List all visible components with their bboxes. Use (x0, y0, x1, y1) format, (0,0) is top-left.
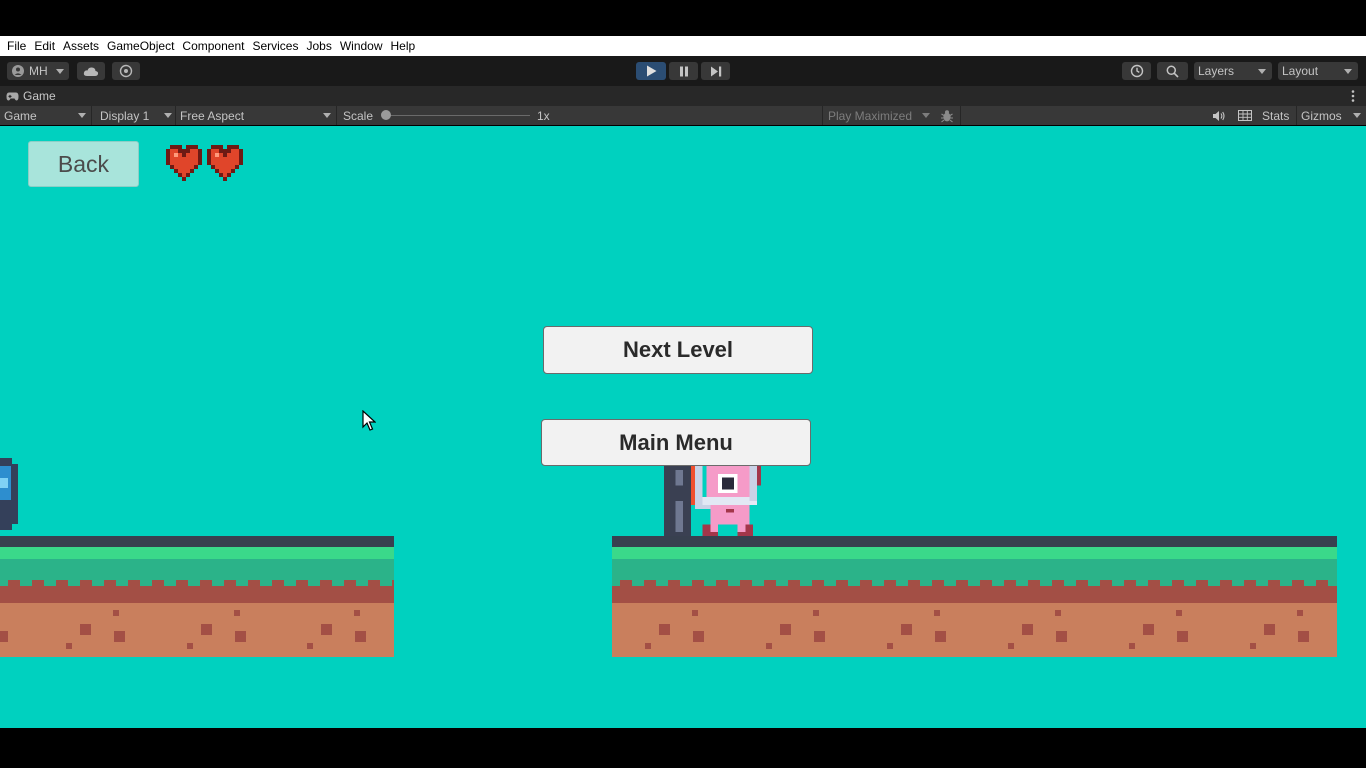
game-viewport[interactable]: Back Next Level Main Menu (0, 126, 1366, 728)
display-label: Display 1 (100, 108, 150, 123)
chevron-down-icon (78, 113, 86, 118)
account-dropdown[interactable]: MH (7, 62, 69, 80)
aspect-label: Free Aspect (180, 108, 245, 123)
unity-editor-window: File Edit Assets GameObject Component Se… (0, 0, 1366, 768)
player-sprite-partial (0, 458, 18, 530)
scale-slider-thumb[interactable] (381, 110, 391, 120)
heart-icon (207, 145, 243, 181)
heart-icon (166, 145, 202, 181)
toolbar-divider (822, 106, 823, 125)
back-button[interactable]: Back (28, 141, 139, 187)
mute-audio-toggle[interactable] (1212, 106, 1226, 125)
next-level-button[interactable]: Next Level (543, 326, 813, 374)
account-label: MH (29, 64, 48, 78)
step-icon (710, 66, 721, 76)
mouse-cursor-icon (362, 410, 376, 431)
toolbar-divider (91, 106, 92, 125)
play-mode-label: Play Maximized (828, 108, 913, 123)
scale-slider-track (382, 115, 530, 116)
toolbar-divider (175, 106, 176, 125)
layers-dropdown[interactable]: Layers (1194, 62, 1272, 80)
main-menu-button[interactable]: Main Menu (541, 419, 811, 466)
title-bar (0, 0, 1366, 36)
taskbar-strip (0, 728, 1366, 768)
game-view-toolbar: Game Display 1 Free Aspect Scale 1x Play… (0, 106, 1366, 125)
scale-slider[interactable] (381, 106, 532, 125)
chevron-down-icon (1344, 69, 1352, 74)
display-dropdown[interactable]: Display 1 (100, 106, 174, 125)
menu-window[interactable]: Window (336, 36, 387, 56)
layout-dropdown[interactable]: Layout (1278, 62, 1358, 80)
pause-button[interactable] (669, 62, 698, 80)
menu-component[interactable]: Component (178, 36, 248, 56)
grid-icon (1238, 110, 1252, 121)
history-icon (1130, 64, 1143, 78)
gizmos-dropdown[interactable]: Gizmos (1301, 106, 1363, 125)
layers-label: Layers (1198, 64, 1235, 78)
menu-bar: File Edit Assets GameObject Component Se… (0, 36, 1366, 56)
menu-gameobject[interactable]: GameObject (103, 36, 178, 56)
menu-services[interactable]: Services (248, 36, 302, 56)
speaker-icon (1213, 110, 1225, 121)
game-mode-dropdown[interactable]: Game (4, 106, 90, 125)
search-icon (1166, 65, 1179, 78)
play-icon (646, 65, 656, 77)
menu-help[interactable]: Help (387, 36, 420, 56)
toolbar-divider (336, 106, 337, 125)
scale-label: Scale (343, 108, 374, 123)
toolbar-divider (1296, 106, 1297, 125)
chevron-down-icon (164, 113, 172, 118)
main-toolbar: MH Layers Layout (0, 56, 1366, 86)
chevron-down-icon (1258, 69, 1266, 74)
chevron-down-icon (323, 113, 331, 118)
pause-icon (679, 66, 688, 76)
tab-game-label: Game (23, 89, 56, 103)
resolution-toggle[interactable] (1238, 106, 1252, 125)
search-button[interactable] (1157, 62, 1188, 80)
more-options-icon[interactable] (1351, 89, 1355, 103)
scale-value: 1x (537, 108, 550, 123)
history-button[interactable] (1122, 62, 1151, 80)
step-button[interactable] (701, 62, 730, 80)
aspect-dropdown[interactable]: Free Aspect (180, 106, 334, 125)
cloud-button[interactable] (77, 62, 105, 80)
bug-icon (941, 109, 953, 122)
play-button[interactable] (636, 62, 666, 80)
chevron-down-icon (922, 113, 930, 118)
menu-jobs[interactable]: Jobs (302, 36, 335, 56)
tab-game[interactable]: Game (0, 86, 62, 106)
gizmos-label: Gizmos (1301, 108, 1342, 123)
bug-toggle[interactable] (940, 106, 956, 125)
chevron-down-icon (55, 68, 64, 74)
menu-file[interactable]: File (3, 36, 30, 56)
cloud-icon (83, 66, 99, 76)
stats-button[interactable]: Stats (1262, 106, 1289, 125)
collab-button[interactable] (112, 62, 140, 80)
game-window-header: Game (0, 86, 1366, 106)
account-icon (12, 65, 24, 77)
pink-cyclops-enemy-sprite (663, 466, 761, 536)
layout-label: Layout (1282, 64, 1319, 78)
play-mode-dropdown[interactable]: Play Maximized (828, 106, 932, 125)
menu-edit[interactable]: Edit (30, 36, 59, 56)
gamepad-icon (6, 92, 19, 100)
menu-assets[interactable]: Assets (59, 36, 103, 56)
collab-icon (119, 64, 133, 78)
toolbar-divider (960, 106, 961, 125)
chevron-down-icon (1353, 113, 1361, 118)
game-mode-label: Game (4, 108, 37, 123)
ground-platform-left (0, 536, 394, 657)
ground-platform-right (612, 536, 1337, 657)
